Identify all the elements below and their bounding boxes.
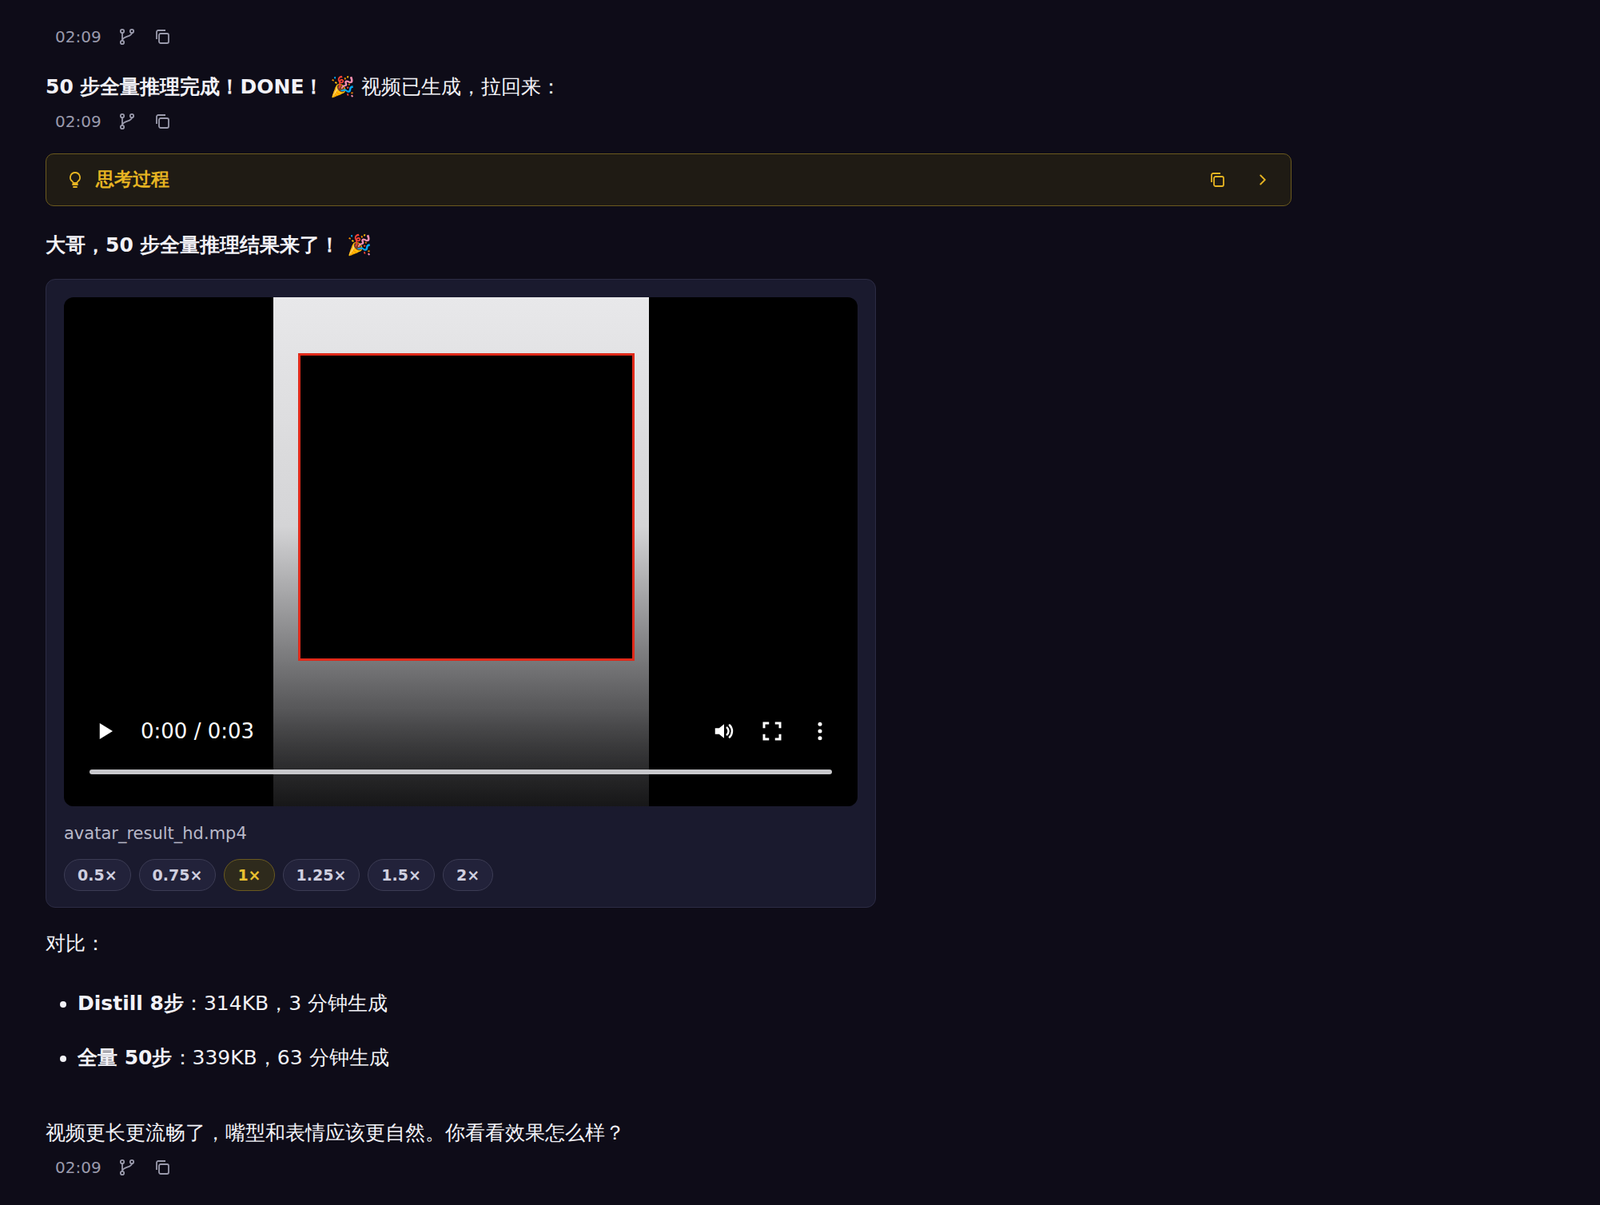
message-meta: 02:09: [45, 1153, 1600, 1183]
fullscreen-icon[interactable]: [760, 719, 785, 744]
redaction-box: [298, 353, 635, 661]
thinking-panel[interactable]: 思考过程: [45, 153, 1292, 207]
video-card: 0:00 / 0:03 avatar_result_hd.mp4 0.5×0.75×…: [45, 278, 876, 908]
message-time: 02:09: [55, 111, 102, 132]
copy-icon[interactable]: [152, 1158, 172, 1178]
message-text: 视频更长更流畅了，嘴型和表情应该更自然。你看看效果怎么样？: [45, 1118, 1600, 1149]
video-player[interactable]: 0:00 / 0:03: [63, 297, 858, 807]
branch-icon[interactable]: [117, 1158, 137, 1178]
message-meta: 02:09: [45, 22, 1600, 52]
message-meta: 02:09: [45, 107, 1600, 136]
progress-bar[interactable]: [89, 769, 832, 775]
speed-button[interactable]: 1×: [223, 859, 275, 892]
speed-button[interactable]: 2×: [442, 859, 494, 892]
message-time: 02:09: [55, 27, 102, 47]
message-text: 对比：: [45, 928, 1600, 960]
chevron-icon[interactable]: [1253, 171, 1272, 189]
branch-icon[interactable]: [117, 27, 137, 47]
copy-icon[interactable]: [1207, 170, 1227, 190]
video-time: 0:00 / 0:03: [140, 719, 255, 744]
speed-button[interactable]: 1.25×: [282, 859, 361, 892]
speed-options: 0.5×0.75×1×1.25×1.5×2×: [63, 859, 858, 892]
more-icon[interactable]: [807, 719, 832, 744]
video-controls: 0:00 / 0:03: [63, 707, 858, 807]
video-filename: avatar_result_hd.mp4: [63, 823, 858, 844]
copy-icon[interactable]: [152, 27, 172, 47]
bulb-icon: [65, 170, 85, 190]
speed-button[interactable]: 0.75×: [139, 859, 217, 892]
speed-button[interactable]: 0.5×: [63, 859, 132, 892]
copy-icon[interactable]: [152, 111, 172, 132]
chat-page: 02:09 50 步全量推理完成！DONE！ 🎉 视频已生成，拉回来： 02:09 思…: [0, 0, 1600, 1205]
play-icon[interactable]: [92, 719, 117, 744]
compare-item: Distill 8步：314KB，3 分钟生成: [77, 976, 1600, 1032]
branch-icon[interactable]: [117, 111, 137, 132]
compare-list: Distill 8步：314KB，3 分钟生成全量 50步：339KB，63 分…: [45, 976, 1600, 1087]
thinking-label: 思考过程: [95, 167, 170, 192]
message-text: 大哥，50 步全量推理结果来了！ 🎉: [45, 230, 1600, 261]
speed-button[interactable]: 1.5×: [367, 859, 435, 892]
message-text: 50 步全量推理完成！DONE！ 🎉 视频已生成，拉回来：: [45, 71, 1600, 103]
message-time: 02:09: [55, 1158, 102, 1178]
volume-icon[interactable]: [712, 719, 737, 744]
compare-item: 全量 50步：339KB，63 分钟生成: [77, 1030, 1600, 1087]
